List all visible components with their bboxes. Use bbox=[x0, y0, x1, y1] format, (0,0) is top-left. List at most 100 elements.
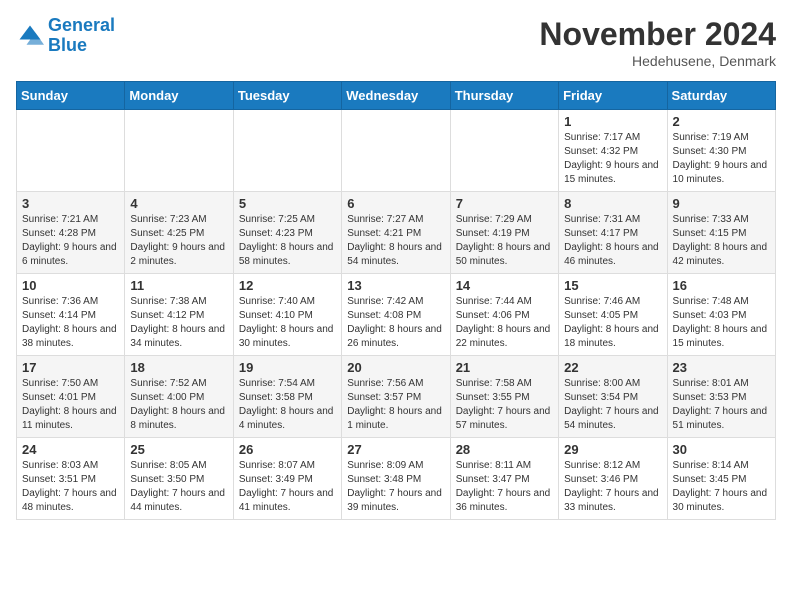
calendar-day: 6 Sunrise: 7:27 AM Sunset: 4:21 PM Daylig… bbox=[342, 192, 450, 274]
location: Hedehusene, Denmark bbox=[539, 53, 776, 69]
calendar-day: 5Sunrise: 7:25 AM Sunset: 4:23 PM Daylig… bbox=[233, 192, 341, 274]
day-info: Sunrise: 7:52 AM Sunset: 4:00 PM Dayligh… bbox=[130, 377, 227, 433]
day-number: 1 bbox=[564, 114, 661, 129]
day-number: 14 bbox=[456, 278, 553, 293]
calendar-day: 11Sunrise: 7:38 AM Sunset: 4:12 PM Dayli… bbox=[125, 274, 233, 356]
page-header: GeneralBlue November 2024 Hedehusene, De… bbox=[16, 16, 776, 69]
calendar-week: 1Sunrise: 7:17 AM Sunset: 4:32 PM Daylig… bbox=[17, 110, 776, 192]
day-number: 8 bbox=[564, 196, 661, 211]
day-info: Sunrise: 7:21 AM Sunset: 4:28 PM Dayligh… bbox=[22, 213, 119, 269]
day-info: Sunrise: 7:36 AM Sunset: 4:14 PM Dayligh… bbox=[22, 295, 119, 351]
calendar-day: 25Sunrise: 8:05 AM Sunset: 3:50 PM Dayli… bbox=[125, 438, 233, 520]
calendar-week: 17 Sunrise: 7:50 AM Sunset: 4:01 PM Dayli… bbox=[17, 356, 776, 438]
weekday-header: Tuesday bbox=[233, 82, 341, 110]
day-info: Sunrise: 8:01 AM Sunset: 3:53 PM Dayligh… bbox=[673, 377, 770, 433]
day-number: 23 bbox=[673, 360, 770, 375]
calendar-day: 30 Sunrise: 8:14 AM Sunset: 3:45 PM Dayli… bbox=[667, 438, 775, 520]
calendar-day: 22 Sunrise: 8:00 AM Sunset: 3:54 PM Dayli… bbox=[559, 356, 667, 438]
day-info: Sunrise: 7:54 AM Sunset: 3:58 PM Dayligh… bbox=[239, 377, 336, 433]
calendar-day: 2 Sunrise: 7:19 AM Sunset: 4:30 PM Daylig… bbox=[667, 110, 775, 192]
day-number: 13 bbox=[347, 278, 444, 293]
weekday-header: Friday bbox=[559, 82, 667, 110]
day-info: Sunrise: 7:27 AM Sunset: 4:21 PM Dayligh… bbox=[347, 213, 444, 269]
calendar-day: 3 Sunrise: 7:21 AM Sunset: 4:28 PM Daylig… bbox=[17, 192, 125, 274]
day-number: 28 bbox=[456, 442, 553, 457]
calendar-day: 12Sunrise: 7:40 AM Sunset: 4:10 PM Dayli… bbox=[233, 274, 341, 356]
day-number: 20 bbox=[347, 360, 444, 375]
day-info: Sunrise: 7:31 AM Sunset: 4:17 PM Dayligh… bbox=[564, 213, 661, 269]
calendar-day: 13Sunrise: 7:42 AM Sunset: 4:08 PM Dayli… bbox=[342, 274, 450, 356]
calendar-day bbox=[342, 110, 450, 192]
calendar-table: SundayMondayTuesdayWednesdayThursdayFrid… bbox=[16, 81, 776, 520]
calendar-week: 24 Sunrise: 8:03 AM Sunset: 3:51 PM Dayli… bbox=[17, 438, 776, 520]
day-number: 26 bbox=[239, 442, 336, 457]
calendar-day: 20 Sunrise: 7:56 AM Sunset: 3:57 PM Dayli… bbox=[342, 356, 450, 438]
day-number: 4 bbox=[130, 196, 227, 211]
day-info: Sunrise: 7:44 AM Sunset: 4:06 PM Dayligh… bbox=[456, 295, 553, 351]
day-number: 17 bbox=[22, 360, 119, 375]
calendar-day: 17 Sunrise: 7:50 AM Sunset: 4:01 PM Dayli… bbox=[17, 356, 125, 438]
day-info: Sunrise: 7:48 AM Sunset: 4:03 PM Dayligh… bbox=[673, 295, 770, 351]
calendar-day: 27 Sunrise: 8:09 AM Sunset: 3:48 PM Dayli… bbox=[342, 438, 450, 520]
calendar-day: 21 Sunrise: 7:58 AM Sunset: 3:55 PM Dayli… bbox=[450, 356, 558, 438]
weekday-header: Monday bbox=[125, 82, 233, 110]
day-number: 19 bbox=[239, 360, 336, 375]
logo: GeneralBlue bbox=[16, 16, 115, 56]
day-info: Sunrise: 7:50 AM Sunset: 4:01 PM Dayligh… bbox=[22, 377, 119, 433]
calendar-day: 4Sunrise: 7:23 AM Sunset: 4:25 PM Daylig… bbox=[125, 192, 233, 274]
day-number: 18 bbox=[130, 360, 227, 375]
day-number: 21 bbox=[456, 360, 553, 375]
day-number: 12 bbox=[239, 278, 336, 293]
calendar-day: 15 Sunrise: 7:46 AM Sunset: 4:05 PM Dayli… bbox=[559, 274, 667, 356]
month-title: November 2024 bbox=[539, 16, 776, 53]
day-number: 25 bbox=[130, 442, 227, 457]
weekday-header: Saturday bbox=[667, 82, 775, 110]
day-info: Sunrise: 7:58 AM Sunset: 3:55 PM Dayligh… bbox=[456, 377, 553, 433]
calendar-day: 7 Sunrise: 7:29 AM Sunset: 4:19 PM Daylig… bbox=[450, 192, 558, 274]
day-number: 6 bbox=[347, 196, 444, 211]
calendar-day bbox=[233, 110, 341, 192]
day-number: 2 bbox=[673, 114, 770, 129]
calendar-day bbox=[450, 110, 558, 192]
day-info: Sunrise: 8:07 AM Sunset: 3:49 PM Dayligh… bbox=[239, 459, 336, 515]
day-number: 15 bbox=[564, 278, 661, 293]
day-number: 9 bbox=[673, 196, 770, 211]
day-info: Sunrise: 8:09 AM Sunset: 3:48 PM Dayligh… bbox=[347, 459, 444, 515]
day-info: Sunrise: 7:56 AM Sunset: 3:57 PM Dayligh… bbox=[347, 377, 444, 433]
day-info: Sunrise: 7:38 AM Sunset: 4:12 PM Dayligh… bbox=[130, 295, 227, 351]
calendar-week: 3 Sunrise: 7:21 AM Sunset: 4:28 PM Daylig… bbox=[17, 192, 776, 274]
day-number: 10 bbox=[22, 278, 119, 293]
calendar-day: 18 Sunrise: 7:52 AM Sunset: 4:00 PM Dayli… bbox=[125, 356, 233, 438]
calendar-day: 14 Sunrise: 7:44 AM Sunset: 4:06 PM Dayli… bbox=[450, 274, 558, 356]
day-number: 7 bbox=[456, 196, 553, 211]
calendar-day: 10 Sunrise: 7:36 AM Sunset: 4:14 PM Dayli… bbox=[17, 274, 125, 356]
day-info: Sunrise: 7:46 AM Sunset: 4:05 PM Dayligh… bbox=[564, 295, 661, 351]
calendar-week: 10 Sunrise: 7:36 AM Sunset: 4:14 PM Dayli… bbox=[17, 274, 776, 356]
day-info: Sunrise: 8:00 AM Sunset: 3:54 PM Dayligh… bbox=[564, 377, 661, 433]
day-number: 27 bbox=[347, 442, 444, 457]
day-info: Sunrise: 7:25 AM Sunset: 4:23 PM Dayligh… bbox=[239, 213, 336, 269]
day-number: 22 bbox=[564, 360, 661, 375]
logo-icon bbox=[16, 22, 44, 50]
day-number: 24 bbox=[22, 442, 119, 457]
calendar-day: 1Sunrise: 7:17 AM Sunset: 4:32 PM Daylig… bbox=[559, 110, 667, 192]
calendar-day bbox=[17, 110, 125, 192]
day-info: Sunrise: 7:19 AM Sunset: 4:30 PM Dayligh… bbox=[673, 131, 770, 187]
calendar-day: 29 Sunrise: 8:12 AM Sunset: 3:46 PM Dayli… bbox=[559, 438, 667, 520]
day-number: 16 bbox=[673, 278, 770, 293]
logo-text: GeneralBlue bbox=[48, 16, 115, 56]
day-info: Sunrise: 8:14 AM Sunset: 3:45 PM Dayligh… bbox=[673, 459, 770, 515]
calendar-day: 9Sunrise: 7:33 AM Sunset: 4:15 PM Daylig… bbox=[667, 192, 775, 274]
weekday-header: Sunday bbox=[17, 82, 125, 110]
day-number: 29 bbox=[564, 442, 661, 457]
day-number: 3 bbox=[22, 196, 119, 211]
calendar-day: 24 Sunrise: 8:03 AM Sunset: 3:51 PM Dayli… bbox=[17, 438, 125, 520]
calendar-day: 23 Sunrise: 8:01 AM Sunset: 3:53 PM Dayli… bbox=[667, 356, 775, 438]
title-block: November 2024 Hedehusene, Denmark bbox=[539, 16, 776, 69]
day-info: Sunrise: 7:29 AM Sunset: 4:19 PM Dayligh… bbox=[456, 213, 553, 269]
day-number: 30 bbox=[673, 442, 770, 457]
day-info: Sunrise: 8:03 AM Sunset: 3:51 PM Dayligh… bbox=[22, 459, 119, 515]
calendar-day: 16 Sunrise: 7:48 AM Sunset: 4:03 PM Dayli… bbox=[667, 274, 775, 356]
day-info: Sunrise: 8:12 AM Sunset: 3:46 PM Dayligh… bbox=[564, 459, 661, 515]
calendar-day: 28Sunrise: 8:11 AM Sunset: 3:47 PM Dayli… bbox=[450, 438, 558, 520]
